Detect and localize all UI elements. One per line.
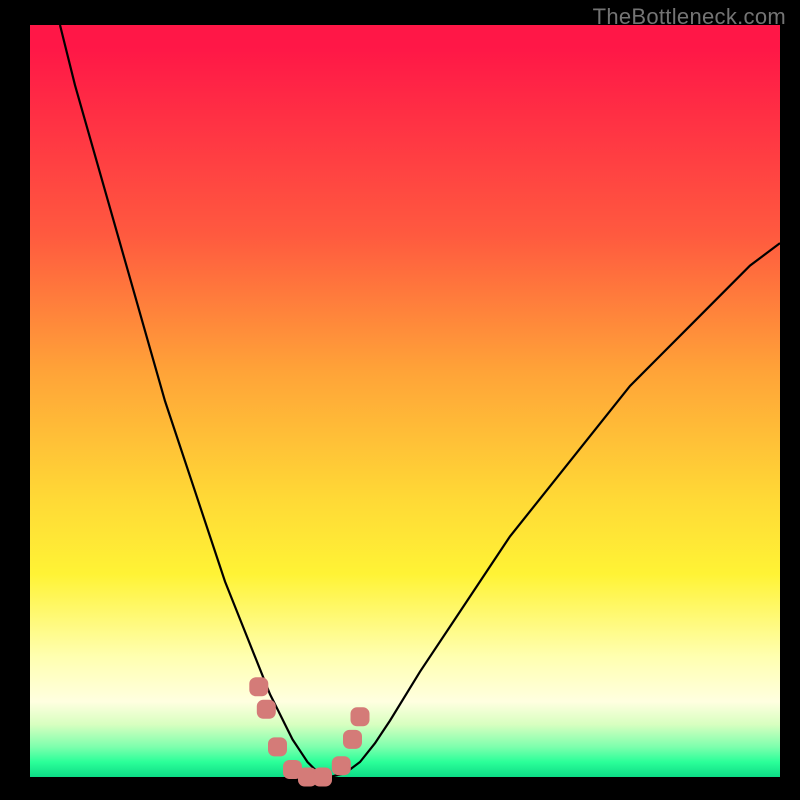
marker-point	[332, 757, 350, 775]
watermark-text: TheBottleneck.com	[593, 4, 786, 30]
bottleneck-curve	[60, 25, 780, 777]
marker-point	[344, 730, 362, 748]
marker-point	[351, 708, 369, 726]
plot-area	[30, 25, 780, 777]
marker-point	[257, 700, 275, 718]
curve-layer	[30, 25, 780, 777]
marker-point	[314, 768, 332, 786]
marker-point	[250, 678, 268, 696]
marker-point	[269, 738, 287, 756]
chart-frame: TheBottleneck.com	[0, 0, 800, 800]
